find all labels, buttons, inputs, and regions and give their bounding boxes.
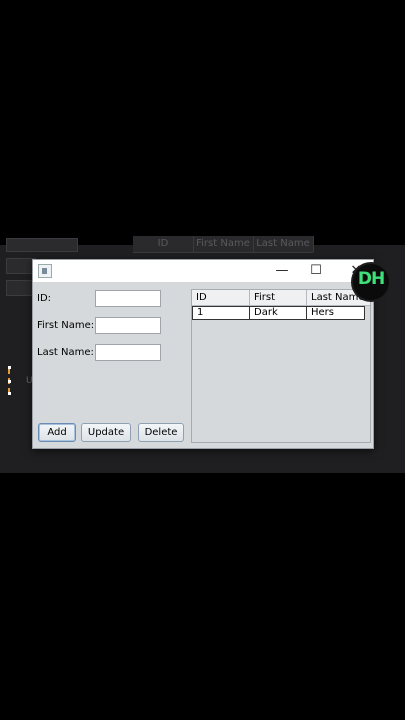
java-app-icon <box>38 264 52 278</box>
first-name-field[interactable] <box>95 317 161 334</box>
crud-window: — ☐ ✕ ID: First Name: Last Name: Add Upd… <box>32 259 374 449</box>
logo-text: DH <box>357 269 385 289</box>
maximize-button[interactable]: ☐ <box>307 262 325 280</box>
last-name-label: Last Name: <box>37 347 94 358</box>
id-label: ID: <box>37 293 52 304</box>
minimize-button[interactable]: — <box>273 262 291 280</box>
records-table[interactable]: ID First Name Last Name 1 Dark Hers <box>191 289 371 443</box>
first-name-label: First Name: <box>37 320 95 331</box>
table-cell-last-name[interactable]: Hers <box>307 306 365 320</box>
resize-handle[interactable] <box>8 392 11 395</box>
id-field[interactable] <box>95 290 161 307</box>
add-button[interactable]: Add <box>38 423 76 442</box>
background-header-id: ID <box>133 236 194 252</box>
background-header-first-name: First Name <box>193 236 254 252</box>
column-header-id[interactable]: ID <box>192 290 250 306</box>
resize-handle[interactable] <box>8 366 11 369</box>
background-table-header: ID First Name Last Name <box>133 236 314 253</box>
background-field <box>6 238 78 252</box>
channel-logo: DH <box>351 262 391 302</box>
resize-handle[interactable] <box>8 380 11 383</box>
update-button[interactable]: Update <box>81 423 131 442</box>
background-header-last-name: Last Name <box>253 236 314 252</box>
delete-button[interactable]: Delete <box>138 423 184 442</box>
title-bar[interactable]: — ☐ ✕ <box>33 260 373 282</box>
table-cell-id[interactable]: 1 <box>192 306 250 320</box>
last-name-field[interactable] <box>95 344 161 361</box>
table-cell-first-name[interactable]: Dark <box>250 306 307 320</box>
column-header-first-name[interactable]: First Name <box>250 290 307 319</box>
